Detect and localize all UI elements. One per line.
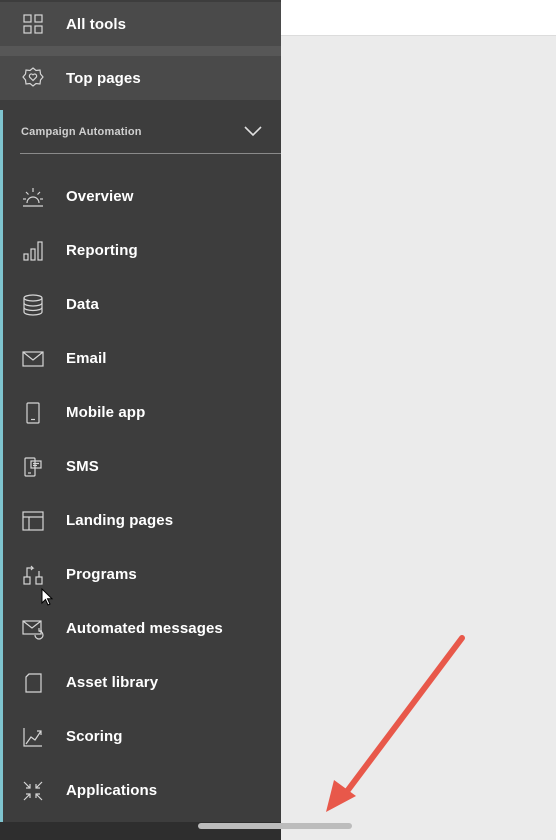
annotation-arrow-icon bbox=[326, 635, 465, 812]
sidebar-item-label: Scoring bbox=[66, 728, 123, 745]
section-title: Campaign Automation bbox=[21, 126, 142, 138]
sidebar-item-applications[interactable]: Applications bbox=[0, 764, 281, 818]
collapse-arrows-icon bbox=[20, 778, 46, 804]
sidebar-item-email[interactable]: Email bbox=[0, 332, 281, 386]
sidebar-item-label: SMS bbox=[66, 458, 99, 475]
sidebar-item-label: Applications bbox=[66, 782, 158, 799]
sidebar-item-sms[interactable]: SMS bbox=[0, 440, 281, 494]
sidebar-item-all-tools[interactable]: All tools bbox=[0, 2, 281, 46]
sidebar-item-label: Asset library bbox=[66, 674, 159, 691]
sidebar-item-top-pages[interactable]: Top pages bbox=[0, 56, 281, 100]
envelope-icon bbox=[20, 346, 46, 372]
sidebar-item-mobile-app[interactable]: Mobile app bbox=[0, 386, 281, 440]
sidebar-item-label: Top pages bbox=[66, 70, 141, 87]
chevron-down-icon[interactable] bbox=[244, 124, 262, 137]
sidebar-item-landing-pages[interactable]: Landing pages bbox=[0, 494, 281, 548]
section-divider bbox=[20, 153, 281, 154]
sidebar-item-overview[interactable]: Overview bbox=[0, 170, 281, 224]
sidebar-item-label: Overview bbox=[66, 188, 134, 205]
sidebar-item-asset-library[interactable]: Asset library bbox=[0, 656, 281, 710]
sidebar-item-label: Email bbox=[66, 350, 107, 367]
scrollbar-thumb[interactable] bbox=[198, 823, 352, 829]
layout-icon bbox=[20, 508, 46, 534]
heart-badge-icon bbox=[20, 65, 46, 91]
mobile-phone-icon bbox=[20, 400, 46, 426]
sidebar-item-scoring[interactable]: Scoring bbox=[0, 710, 281, 764]
sidebar-item-label: Programs bbox=[66, 566, 137, 583]
sidebar-item-data[interactable]: Data bbox=[0, 278, 281, 332]
bar-chart-icon bbox=[20, 238, 46, 264]
database-icon bbox=[20, 292, 46, 318]
sidebar: All tools Top pages Campaign Automation … bbox=[0, 0, 281, 840]
asset-icon bbox=[20, 670, 46, 696]
mouse-cursor-icon bbox=[41, 588, 54, 606]
sidebar-item-label: Landing pages bbox=[66, 512, 174, 529]
sidebar-item-reporting[interactable]: Reporting bbox=[0, 224, 281, 278]
trend-chart-icon bbox=[20, 724, 46, 750]
sidebar-item-label: Mobile app bbox=[66, 404, 146, 421]
sidebar-item-label: All tools bbox=[66, 16, 127, 33]
sidebar-item-label: Automated messages bbox=[66, 620, 223, 637]
sidebar-item-automated-messages[interactable]: Automated messages bbox=[0, 602, 281, 656]
sidebar-item-label: Reporting bbox=[66, 242, 138, 259]
automated-envelope-icon bbox=[20, 616, 46, 642]
divider bbox=[0, 46, 281, 56]
program-flow-icon bbox=[20, 562, 46, 588]
top-bar bbox=[281, 0, 556, 36]
sidebar-item-label: Data bbox=[66, 296, 99, 313]
section-header-campaign-automation[interactable]: Campaign Automation bbox=[0, 110, 281, 154]
grid-icon bbox=[20, 11, 46, 37]
sms-icon bbox=[20, 454, 46, 480]
sunrise-icon bbox=[20, 184, 46, 210]
